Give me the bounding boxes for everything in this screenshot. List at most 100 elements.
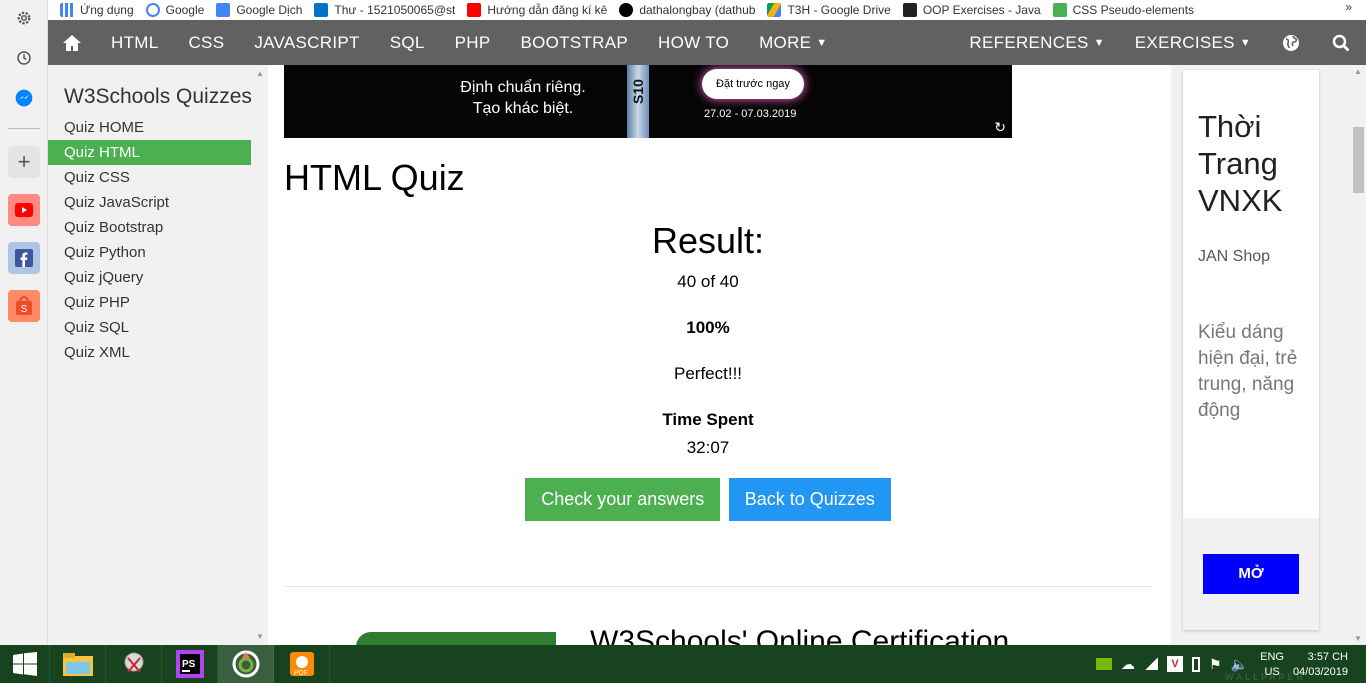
nav-references[interactable]: REFERENCES ▼ xyxy=(954,20,1119,65)
nav-more-label: MORE xyxy=(759,32,812,52)
banner-cta-button[interactable]: Đặt trước ngay xyxy=(702,69,804,99)
main-content: Định chuẩn riêng. Tạo khác biệt. S10 Đặt… xyxy=(268,65,1171,645)
history-icon[interactable] xyxy=(8,42,40,74)
scrollbar-thumb[interactable] xyxy=(1353,127,1364,193)
certificate-logo xyxy=(356,632,556,645)
quiz-menu-php[interactable]: Quiz PHP xyxy=(48,290,251,315)
quiz-menu-sql[interactable]: Quiz SQL xyxy=(48,315,251,340)
bookmark-apps[interactable]: Ứng dụng xyxy=(60,3,134,17)
youtube-icon[interactable] xyxy=(8,194,40,226)
quiz-menu-javascript[interactable]: Quiz JavaScript xyxy=(48,190,251,215)
bookmark-google[interactable]: Google xyxy=(145,3,204,17)
ad-open-button[interactable]: MỞ xyxy=(1203,554,1299,594)
youtube-icon xyxy=(467,3,482,17)
quiz-menu-html[interactable]: Quiz HTML xyxy=(48,140,251,165)
back-to-quizzes-button[interactable]: Back to Quizzes xyxy=(728,478,891,521)
bookmark-youtube[interactable]: Hướng dẫn đăng kí kê xyxy=(467,3,607,17)
messenger-icon[interactable] xyxy=(8,82,40,114)
ad-banner[interactable]: Định chuẩn riêng. Tạo khác biệt. S10 Đặt… xyxy=(284,65,1012,138)
bookmarks-overflow[interactable]: » xyxy=(1345,0,1352,14)
nav-more[interactable]: MORE ▼ xyxy=(744,20,842,65)
facebook-icon[interactable] xyxy=(8,242,40,274)
result-score: 40 of 40 xyxy=(677,272,739,291)
banner-phone-text: S10 xyxy=(630,79,646,104)
home-icon[interactable] xyxy=(48,20,96,65)
scroll-up-arrow[interactable]: ▲ xyxy=(256,69,264,78)
result-message: Perfect!!! xyxy=(673,364,743,383)
network-signal-icon[interactable] xyxy=(1144,658,1158,670)
nav-exercises-label: EXERCISES xyxy=(1134,32,1235,52)
page-scrollbar[interactable]: ▲ ▼ xyxy=(1351,65,1366,645)
svg-text:S: S xyxy=(21,304,28,315)
scroll-down-arrow[interactable]: ▼ xyxy=(256,632,264,641)
nav-html[interactable]: HTML xyxy=(96,20,173,65)
caret-down-icon: ▼ xyxy=(1239,36,1251,49)
banner-line2: Tạo khác biệt. xyxy=(472,100,574,117)
quiz-menu-css[interactable]: Quiz CSS xyxy=(48,165,251,190)
shopee-icon[interactable]: S xyxy=(8,290,40,322)
bookmark-google-drive[interactable]: T3H - Google Drive xyxy=(767,3,891,17)
banner-cta-label: Đặt trước ngay xyxy=(716,78,790,90)
quiz-menu-home[interactable]: Quiz HOME xyxy=(48,115,251,140)
globe-icon[interactable] xyxy=(1266,20,1316,65)
quiz-sidebar-title: W3Schools Quizzes xyxy=(64,85,252,108)
flag-icon[interactable]: ⚑ xyxy=(1209,656,1222,673)
bookmark-outlook[interactable]: Thư - 1521050065@st xyxy=(314,3,455,17)
banner-line1: Định chuẩn riêng. xyxy=(460,79,586,96)
file-explorer-icon[interactable] xyxy=(50,645,106,683)
page-title: HTML Quiz xyxy=(284,157,465,198)
quiz-menu-xml[interactable]: Quiz XML xyxy=(48,340,251,365)
search-icon[interactable] xyxy=(1316,20,1366,65)
nav-howto[interactable]: HOW TO xyxy=(643,20,744,65)
nav-sql[interactable]: SQL xyxy=(375,20,440,65)
replay-icon[interactable]: ↻ xyxy=(994,119,1006,136)
windows-start-icon[interactable] xyxy=(0,645,50,683)
sidebar-divider xyxy=(8,128,40,129)
result-panel: Result: 40 of 40 100% Perfect!!! Time Sp… xyxy=(268,220,1148,521)
nav-exercises[interactable]: EXERCISES ▼ xyxy=(1120,20,1266,65)
ad-title: Thời Trang VNXK xyxy=(1198,109,1283,218)
language-top: ENG xyxy=(1260,651,1284,663)
scroll-up-arrow[interactable]: ▲ xyxy=(1354,67,1362,76)
nav-javascript[interactable]: JAVASCRIPT xyxy=(239,20,374,65)
scroll-down-arrow[interactable]: ▼ xyxy=(1354,634,1362,643)
w3schools-icon xyxy=(1052,3,1067,17)
nvidia-icon[interactable] xyxy=(1096,658,1112,670)
outlook-icon xyxy=(314,3,329,17)
quiz-sidebar: ▲ W3Schools Quizzes Quiz HOME Quiz HTML … xyxy=(48,65,268,645)
nav-php[interactable]: PHP xyxy=(440,20,506,65)
caret-down-icon: ▼ xyxy=(1093,36,1105,49)
settings-gear-icon[interactable] xyxy=(8,2,40,34)
foxit-pdf-icon[interactable]: PDF xyxy=(274,645,330,683)
bookmark-github[interactable]: dathalongbay (dathub xyxy=(619,3,755,17)
google-icon xyxy=(145,3,160,17)
antivirus-icon[interactable]: V xyxy=(1167,656,1183,672)
cloud-icon[interactable]: ☁ xyxy=(1121,656,1135,673)
battery-icon[interactable] xyxy=(1192,656,1200,672)
wallpaper-watermark: WALLPAPER xyxy=(1224,672,1306,682)
check-answers-button[interactable]: Check your answers xyxy=(525,478,721,521)
quiz-menu-bootstrap[interactable]: Quiz Bootstrap xyxy=(48,215,251,240)
nav-bootstrap[interactable]: BOOTSTRAP xyxy=(505,20,643,65)
result-actions: Check your answers Back to Quizzes xyxy=(268,478,1148,521)
bookmark-oop-exercises[interactable]: OOP Exercises - Java xyxy=(902,3,1041,17)
time-spent-value: 32:07 xyxy=(686,438,730,457)
add-panel-icon[interactable]: + xyxy=(8,146,40,178)
ad-panel[interactable]: Thời Trang VNXK JAN Shop Kiểu dáng hiện … xyxy=(1183,70,1319,630)
result-percent: 100% xyxy=(686,318,730,337)
bookmark-google-translate[interactable]: Google Dịch xyxy=(216,3,302,17)
nav-css[interactable]: CSS xyxy=(173,20,239,65)
clock-time: 3:57 CH xyxy=(1307,651,1348,663)
browser-sidebar: + S xyxy=(0,0,48,645)
volume-icon[interactable]: 🔈 xyxy=(1231,656,1248,673)
quiz-menu-python[interactable]: Quiz Python xyxy=(48,240,251,265)
banner-dates: 27.02 - 07.03.2019 xyxy=(704,108,797,120)
quiz-menu-jquery[interactable]: Quiz jQuery xyxy=(48,265,251,290)
bookmarks-bar: Ứng dụng Google Google Dịch Thư - 152105… xyxy=(48,0,1366,20)
top-navigation: HTML CSS JAVASCRIPT SQL PHP BOOTSTRAP HO… xyxy=(48,20,1366,65)
bookmark-css-pseudo[interactable]: CSS Pseudo-elements xyxy=(1052,3,1194,17)
snipping-tool-icon[interactable] xyxy=(106,645,162,683)
phpstorm-icon[interactable]: PS xyxy=(162,645,218,683)
nav-references-label: REFERENCES xyxy=(969,32,1089,52)
coccoc-browser-icon[interactable] xyxy=(218,645,274,683)
